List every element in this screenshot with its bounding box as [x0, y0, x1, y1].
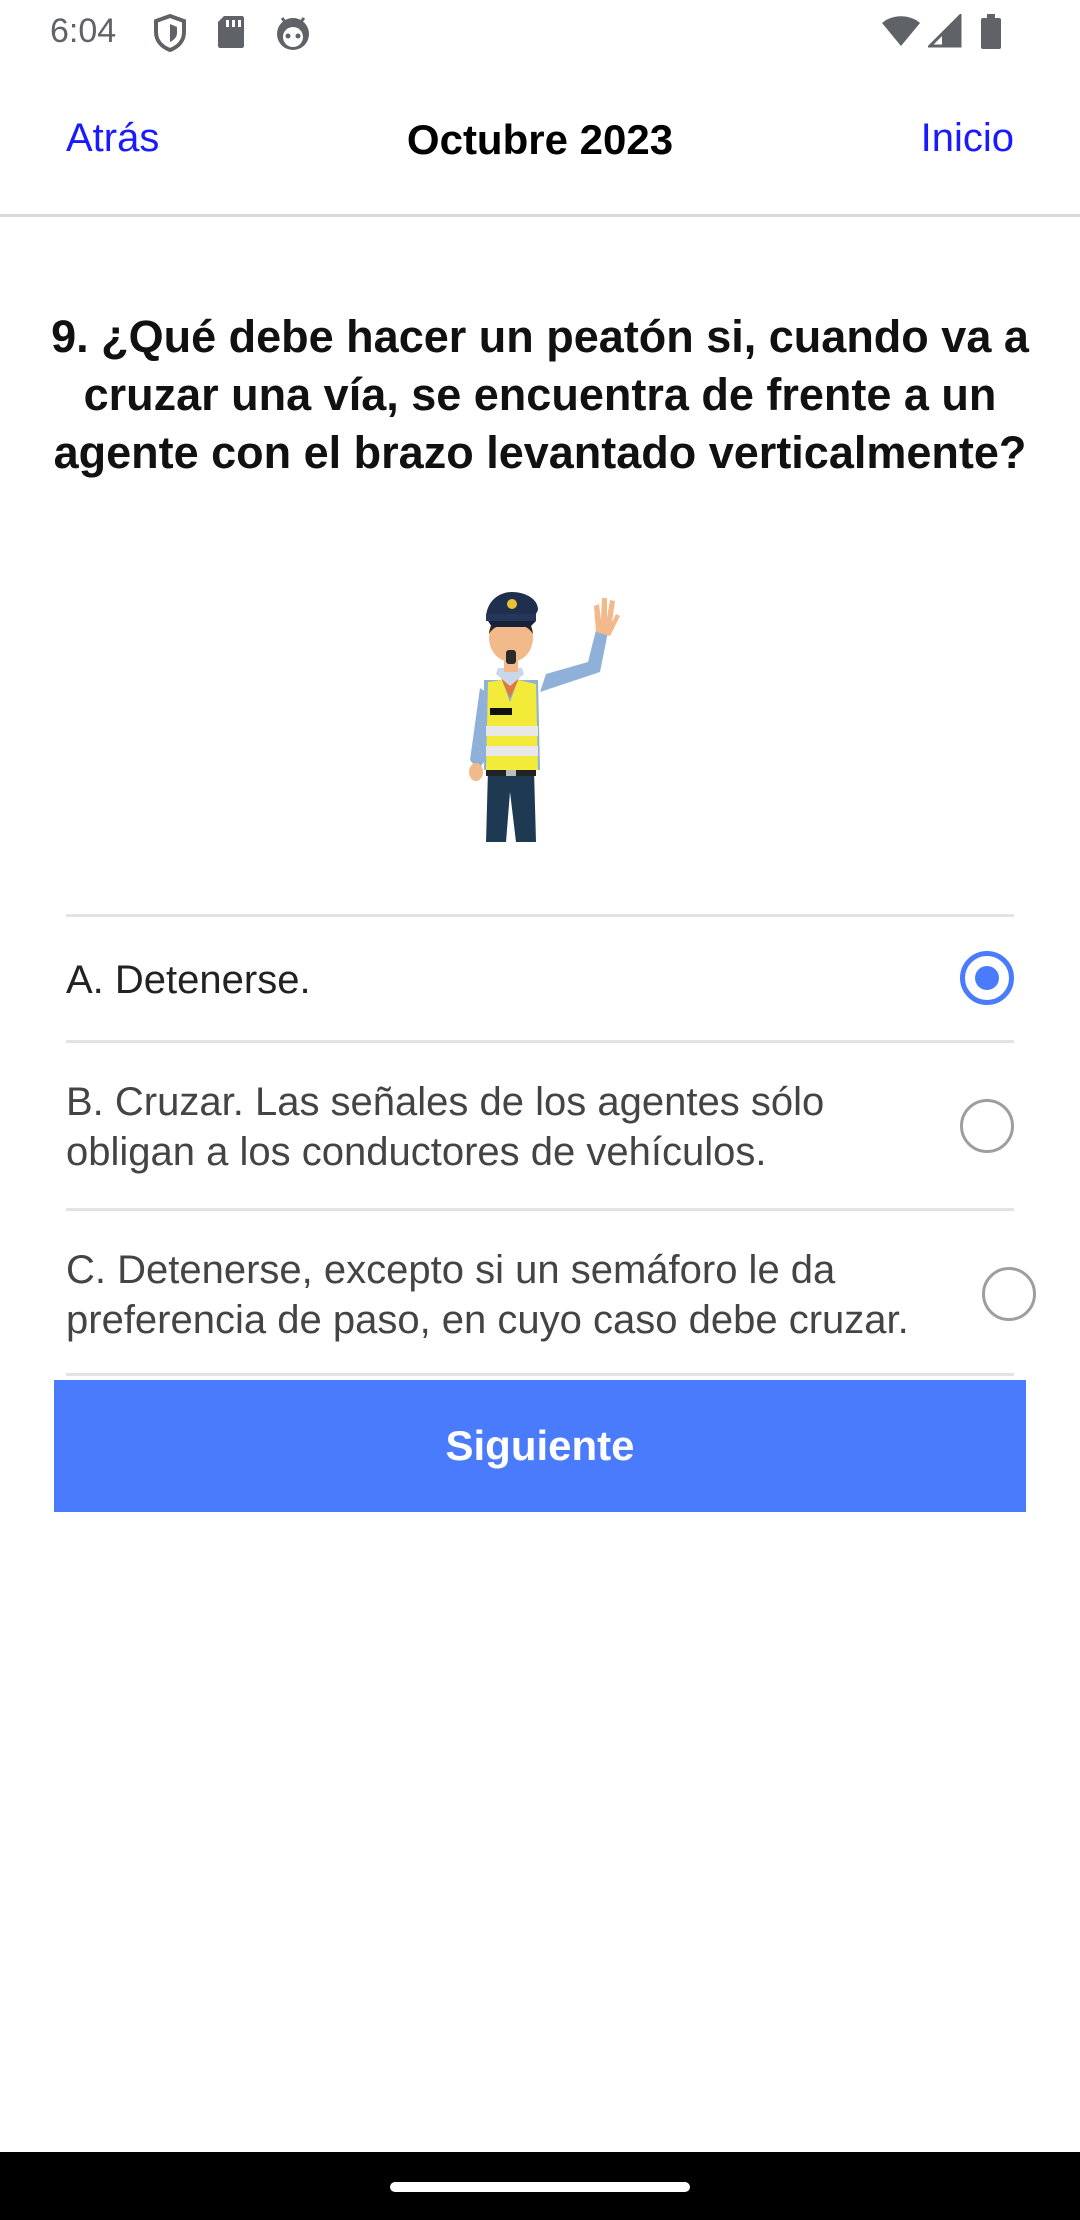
answer-options: A. Detenerse. B. Cruzar. Las señales de …: [66, 914, 1036, 1376]
option-c-label: C. Detenerse, excepto si un semáforo le …: [66, 1248, 909, 1342]
signal-icon: [926, 12, 962, 53]
radio-selected-icon[interactable]: [960, 951, 1014, 1005]
radio-unselected-icon[interactable]: [982, 1267, 1036, 1321]
wifi-icon: [880, 14, 922, 53]
option-a-label: A. Detenerse.: [66, 958, 311, 1002]
option-b[interactable]: B. Cruzar. Las señales de los agentes só…: [66, 1040, 1014, 1208]
status-bar: 6:04: [0, 0, 1080, 66]
home-link[interactable]: Inicio: [921, 116, 1014, 161]
traffic-officer-illustration: [450, 580, 630, 855]
home-gesture-handle[interactable]: [390, 2182, 690, 2192]
option-b-label: B. Cruzar. Las señales de los agentes só…: [66, 1080, 825, 1174]
shield-icon: [152, 13, 188, 57]
question-text: 9. ¿Qué debe hacer un peatón si, cuando …: [51, 311, 1029, 478]
battery-icon: [980, 14, 1002, 55]
android-face-icon: [274, 14, 312, 57]
sd-card-icon: [216, 14, 246, 55]
option-c[interactable]: C. Detenerse, excepto si un semáforo le …: [66, 1208, 1036, 1376]
status-time: 6:04: [50, 12, 117, 50]
system-nav-bar: [0, 2152, 1080, 2220]
radio-unselected-icon[interactable]: [960, 1099, 1014, 1153]
next-button[interactable]: Siguiente: [54, 1380, 1026, 1512]
nav-bar: Octubre 2023 Atrás Inicio: [0, 66, 1080, 217]
back-link[interactable]: Atrás: [66, 116, 159, 161]
option-a[interactable]: A. Detenerse.: [66, 914, 1014, 1040]
page-title: Octubre 2023: [406, 116, 674, 163]
